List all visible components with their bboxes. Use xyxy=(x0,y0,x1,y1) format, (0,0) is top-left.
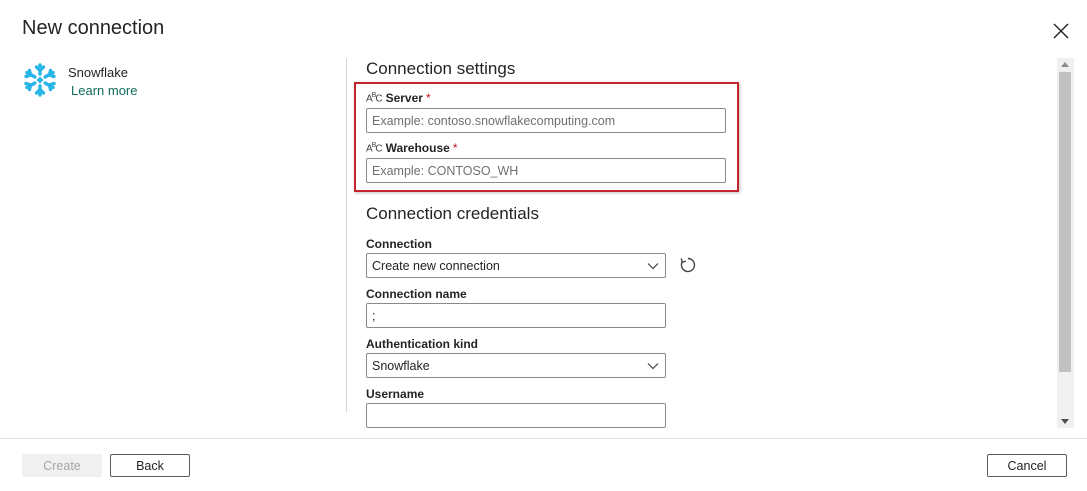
connection-select[interactable]: Create new connection xyxy=(366,253,666,278)
scroll-down-arrow-icon[interactable] xyxy=(1061,419,1069,424)
connector-name: Snowflake xyxy=(68,65,128,80)
connection-name-input[interactable]: ; xyxy=(366,303,666,328)
warehouse-placeholder: Example: CONTOSO_WH xyxy=(372,163,519,178)
scrollbar-thumb[interactable] xyxy=(1059,72,1071,372)
create-button[interactable]: Create xyxy=(22,454,102,477)
scroll-up-arrow-icon[interactable] xyxy=(1061,62,1069,67)
username-label: Username xyxy=(366,387,425,401)
vertical-scrollbar[interactable] xyxy=(1057,58,1074,428)
back-button[interactable]: Back xyxy=(110,454,190,477)
learn-more-link[interactable]: Learn more xyxy=(71,83,137,98)
server-placeholder: Example: contoso.snowflakecomputing.com xyxy=(372,113,616,128)
server-label-text: Server xyxy=(385,91,423,105)
warehouse-input[interactable]: Example: CONTOSO_WH xyxy=(366,158,726,183)
cancel-button[interactable]: Cancel xyxy=(987,454,1067,477)
username-input[interactable] xyxy=(366,403,666,428)
auth-kind-select[interactable]: Snowflake xyxy=(366,353,666,378)
chevron-down-icon xyxy=(647,262,659,269)
warehouse-label: ABC Warehouse * xyxy=(366,141,458,155)
connection-settings-heading: Connection settings xyxy=(366,59,516,78)
connection-label: Connection xyxy=(366,237,432,251)
dialog-title: New connection xyxy=(22,17,165,39)
close-icon[interactable] xyxy=(1052,22,1070,40)
footer-divider xyxy=(0,438,1087,439)
snowflake-icon xyxy=(24,63,56,97)
connection-credentials-heading: Connection credentials xyxy=(366,204,539,223)
warehouse-label-text: Warehouse xyxy=(385,141,450,155)
connection-name-value: ; xyxy=(372,308,376,323)
form-scroll-area[interactable]: Connection settings ABC Server * Example… xyxy=(347,58,1075,428)
server-input[interactable]: Example: contoso.snowflakecomputing.com xyxy=(366,108,726,133)
text-type-icon: ABC xyxy=(366,91,383,105)
auth-kind-selected: Snowflake xyxy=(372,358,430,373)
refresh-icon[interactable] xyxy=(678,255,698,275)
text-type-icon: ABC xyxy=(366,141,383,155)
required-mark: * xyxy=(452,141,458,155)
connection-selected: Create new connection xyxy=(372,258,500,273)
connection-name-label: Connection name xyxy=(366,287,467,301)
chevron-down-icon xyxy=(647,362,659,369)
server-label: ABC Server * xyxy=(366,91,431,105)
required-mark: * xyxy=(425,91,431,105)
auth-kind-label: Authentication kind xyxy=(366,337,478,351)
